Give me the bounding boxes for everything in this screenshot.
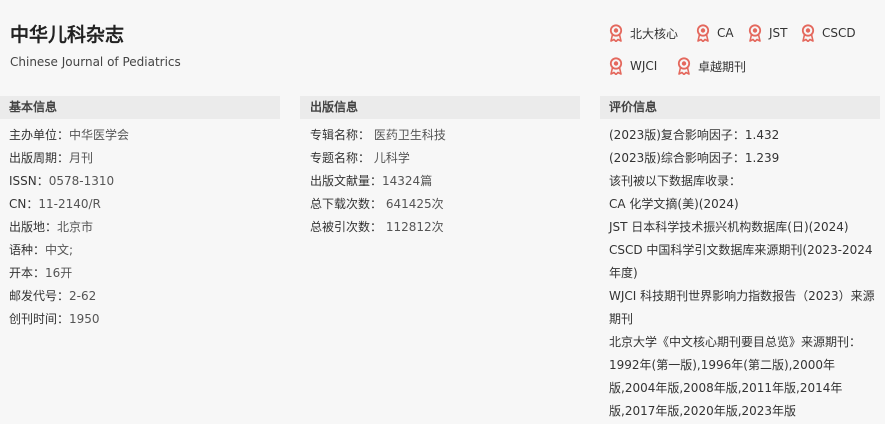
publish-info-list: 专辑名称： 医药卫生科技 专题名称： 儿科学 出版文献量：14324篇 总下载次…	[310, 124, 446, 239]
section-heading-evaluation: 评价信息	[600, 96, 880, 119]
badge-label: 北大核心	[630, 26, 679, 41]
info-row: ISSN：0578-1310	[9, 170, 129, 193]
info-label: 总下载次数：	[310, 197, 383, 211]
info-value: 1950	[69, 312, 100, 326]
info-row: 语种：中文;	[9, 239, 129, 262]
evaluation-row: WJCI 科技期刊世界影响力指数报告（2023）来源期刊	[609, 289, 875, 326]
info-row: 专辑名称： 医药卫生科技	[310, 124, 446, 147]
evaluation-row: (2023版)复合影响因子：1.432	[609, 128, 780, 142]
info-label: 专辑名称：	[310, 128, 371, 142]
badge-label: 卓越期刊	[698, 59, 747, 74]
info-value: 儿科学	[373, 151, 410, 165]
award-ribbon-icon	[801, 24, 815, 42]
award-ribbon-icon	[677, 57, 691, 75]
badge-label: CA	[717, 26, 734, 40]
evaluation-info-list: (2023版)复合影响因子：1.432 (2023版)综合影响因子：1.239 …	[609, 124, 881, 423]
info-value: 112812次	[385, 220, 444, 234]
info-value: 641425次	[385, 197, 444, 211]
info-value: 中文;	[45, 243, 74, 257]
info-row: 主办单位：中华医学会	[9, 124, 129, 147]
evaluation-row: 北京大学《中文核心期刊要目总览》来源期刊：	[609, 335, 862, 349]
info-label: 开本：	[9, 266, 46, 280]
evaluation-row: JST 日本科学技术振兴机构数据库(日)(2024)	[609, 220, 849, 234]
badge-jst[interactable]: JST	[747, 24, 788, 42]
info-value: 月刊	[69, 151, 94, 165]
evaluation-row: 1992年(第一版),1996年(第二版),2000年版,2004年版,2008…	[609, 358, 843, 418]
info-row: CN：11-2140/R	[9, 193, 129, 216]
info-label: 语种：	[9, 243, 46, 257]
badge-label: JST	[769, 26, 788, 40]
badge-label: WJCI	[630, 59, 658, 73]
badge-wjci[interactable]: WJCI	[608, 57, 657, 75]
info-row: 出版地：北京市	[9, 216, 129, 239]
info-label: 出版地：	[9, 220, 58, 234]
info-row: 创刊时间：1950	[9, 308, 129, 331]
award-ribbon-icon	[748, 24, 762, 42]
info-value: 医药卫生科技	[373, 128, 446, 142]
info-label: 专题名称：	[310, 151, 371, 165]
info-value: 11-2140/R	[38, 197, 101, 211]
info-row: 专题名称： 儿科学	[310, 147, 446, 170]
info-label: 邮发代号：	[9, 289, 70, 303]
info-label: 出版周期：	[9, 151, 70, 165]
section-heading-basic: 基本信息	[0, 96, 280, 119]
award-ribbon-icon	[609, 24, 623, 42]
info-label: CN：	[9, 197, 39, 211]
badge-cscd[interactable]: CSCD	[800, 24, 856, 42]
info-label: ISSN：	[9, 174, 49, 188]
badge-ca[interactable]: CA	[695, 24, 734, 42]
info-row: 总被引次数： 112812次	[310, 216, 446, 239]
info-value: 0578-1310	[48, 174, 115, 188]
badge-excellent-journal[interactable]: 卓越期刊	[676, 57, 746, 75]
info-row: 邮发代号：2-62	[9, 285, 129, 308]
basic-info-list: 主办单位：中华医学会 出版周期：月刊 ISSN：0578-1310 CN：11-…	[9, 124, 129, 331]
info-row: 出版周期：月刊	[9, 147, 129, 170]
journal-title: 中华儿科杂志	[10, 24, 125, 46]
section-heading-publish: 出版信息	[300, 96, 580, 119]
evaluation-row: (2023版)综合影响因子：1.239	[609, 151, 780, 165]
journal-subtitle: Chinese Journal of Pediatrics	[10, 55, 181, 69]
info-value: 中华医学会	[69, 128, 130, 142]
info-row: 开本：16开	[9, 262, 129, 285]
evaluation-row: CA 化学文摘(美)(2024)	[609, 197, 739, 211]
badge-pku-core[interactable]: 北大核心	[608, 24, 678, 42]
info-label: 主办单位：	[9, 128, 70, 142]
info-row: 总下载次数： 641425次	[310, 193, 446, 216]
award-ribbon-icon	[696, 24, 710, 42]
info-value: 2-62	[69, 289, 97, 303]
info-value: 14324篇	[382, 174, 433, 188]
info-label: 出版文献量：	[310, 174, 383, 188]
info-value: 北京市	[57, 220, 94, 234]
info-label: 创刊时间：	[9, 312, 70, 326]
info-value: 16开	[45, 266, 73, 280]
info-label: 总被引次数：	[310, 220, 383, 234]
evaluation-row: 该刊被以下数据库收录：	[609, 174, 742, 188]
badge-label: CSCD	[822, 26, 856, 40]
info-row: 出版文献量：14324篇	[310, 170, 446, 193]
award-ribbon-icon	[609, 57, 623, 75]
evaluation-row: CSCD 中国科学引文数据库来源期刊(2023-2024年度)	[609, 243, 873, 280]
